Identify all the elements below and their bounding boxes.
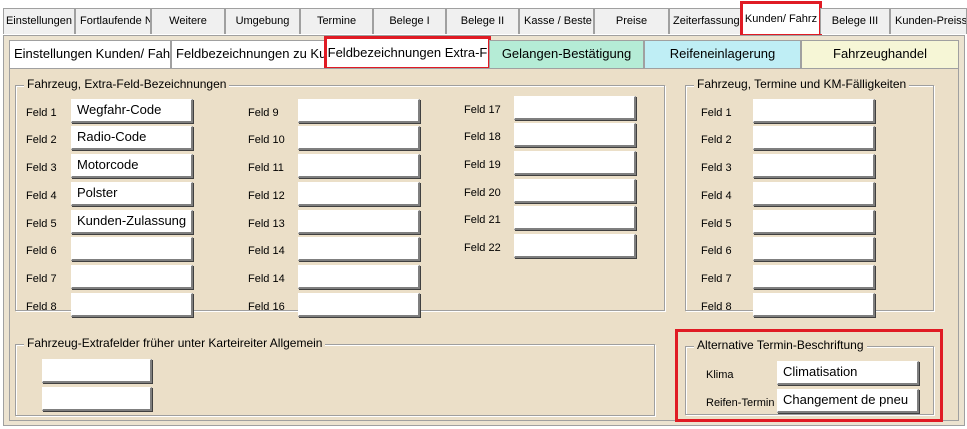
tab-einstellungen[interactable]: Einstellungen <box>3 8 75 34</box>
extra-field-21-input[interactable] <box>514 206 636 230</box>
extra-field-10-input[interactable] <box>298 126 420 150</box>
tab-fortlaufende-nummern[interactable]: Fortlaufende N <box>75 8 151 34</box>
termine-km-legend: Fahrzeug, Termine und KM-Fälligkeiten <box>694 77 910 91</box>
extra-field-20-input[interactable] <box>514 179 636 203</box>
field-label: Feld 7 <box>26 273 57 285</box>
tab-belege-2[interactable]: Belege II <box>446 8 519 34</box>
top-tab-bar: Einstellungen Fortlaufende N Weitere Umg… <box>0 0 967 37</box>
field-label: Feld 11 <box>248 162 284 174</box>
field-label: Feld 6 <box>701 245 732 257</box>
tab-belege-1[interactable]: Belege I <box>373 8 446 34</box>
extra-field-5-input[interactable]: Kunden-Zulassung <box>71 210 193 234</box>
field-label: Feld 16 <box>248 301 285 313</box>
tab-preise[interactable]: Preise <box>594 8 669 34</box>
reifen-termin-label: Reifen-Termin <box>706 397 775 409</box>
termin-field-6-input[interactable] <box>753 237 875 261</box>
frueher-field-2-input[interactable] <box>42 387 152 411</box>
frueher-legend: Fahrzeug-Extrafelder früher unter Kartei… <box>24 336 326 350</box>
tab-zeiterfassung[interactable]: Zeiterfassung <box>669 8 742 34</box>
field-label: Feld 17 <box>464 104 501 116</box>
extra-field-13-input[interactable] <box>298 210 420 234</box>
tab-panel: Einstellungen Kunden/ Fahr Feldbezeichnu… <box>3 35 965 426</box>
subtab-einstellungen-kunden-fahrzeuge[interactable]: Einstellungen Kunden/ Fahr <box>9 40 171 68</box>
field-label: Feld 5 <box>701 218 732 230</box>
tab-content: Fahrzeug, Extra-Feld-Bezeichnungen Feld … <box>9 68 959 422</box>
subtab-feldbezeichnungen-kunden[interactable]: Feldbezeichnungen zu Kund <box>171 40 326 68</box>
extra-fields-group: Fahrzeug, Extra-Feld-Bezeichnungen Feld … <box>15 77 665 317</box>
field-label: Feld 22 <box>464 242 501 254</box>
reifen-termin-input[interactable]: Changement de pneu <box>777 389 919 413</box>
extra-field-19-input[interactable] <box>514 151 636 175</box>
extra-field-6-input[interactable] <box>71 237 193 261</box>
klima-input[interactable]: Climatisation <box>777 361 919 385</box>
subtab-gelangen-bestaetigung[interactable]: Gelangen-Bestätigung <box>489 40 644 68</box>
field-label: Feld 14 <box>248 273 285 285</box>
termin-field-5-input[interactable] <box>753 210 875 234</box>
field-label: Feld 7 <box>701 273 732 285</box>
frueher-field-1-input[interactable] <box>42 359 152 383</box>
field-label: Feld 14 <box>248 245 285 257</box>
termin-field-1-input[interactable] <box>753 99 875 123</box>
field-label: Feld 3 <box>701 162 732 174</box>
extra-field-3-input[interactable]: Motorcode <box>71 154 193 178</box>
extra-field-18-input[interactable] <box>514 123 636 147</box>
field-label: Feld 18 <box>464 131 501 143</box>
extra-field-1-input[interactable]: Wegfahr-Code <box>71 99 193 123</box>
field-label: Feld 20 <box>464 187 501 199</box>
extra-field-8-input[interactable] <box>71 293 193 317</box>
tab-kunden-fahrzeuge[interactable]: Kunden/ Fahrz <box>740 1 822 37</box>
tab-belege-3[interactable]: Belege III <box>820 8 890 34</box>
field-label: Feld 1 <box>701 107 732 119</box>
field-label: Feld 19 <box>464 159 501 171</box>
extra-field-17-input[interactable] <box>514 96 636 120</box>
tab-termine[interactable]: Termine <box>300 8 373 34</box>
extra-field-7-input[interactable] <box>71 265 193 289</box>
field-label: Feld 13 <box>248 218 285 230</box>
extra-field-16-input[interactable] <box>298 293 420 317</box>
extra-field-11-input[interactable] <box>298 154 420 178</box>
termin-field-4-input[interactable] <box>753 182 875 206</box>
termin-field-2-input[interactable] <box>753 126 875 150</box>
field-label: Feld 10 <box>248 134 285 146</box>
field-label: Feld 9 <box>248 107 279 119</box>
klima-label: Klima <box>706 369 734 381</box>
alt-termin-legend: Alternative Termin-Beschriftung <box>694 338 867 352</box>
termin-field-7-input[interactable] <box>753 265 875 289</box>
extra-field-12-input[interactable] <box>298 182 420 206</box>
extra-field-2-input[interactable]: Radio-Code <box>71 126 193 150</box>
field-label: Feld 8 <box>26 301 57 313</box>
termin-field-3-input[interactable] <box>753 154 875 178</box>
tab-kasse-bestellung[interactable]: Kasse / Beste <box>519 8 594 34</box>
field-label: Feld 3 <box>26 162 57 174</box>
tab-weitere[interactable]: Weitere <box>151 8 225 34</box>
extra-field-15-input[interactable] <box>298 265 420 289</box>
extra-field-4-input[interactable]: Polster <box>71 182 193 206</box>
extra-fields-legend: Fahrzeug, Extra-Feld-Bezeichnungen <box>24 77 230 91</box>
subtab-fahrzeughandel[interactable]: Fahrzeughandel <box>801 40 959 68</box>
field-label: Feld 8 <box>701 301 732 313</box>
extra-field-9-input[interactable] <box>298 99 420 123</box>
termine-km-group: Fahrzeug, Termine und KM-Fälligkeiten Fe… <box>685 77 934 317</box>
tab-kunden-preisstufen[interactable]: Kunden-Preisst <box>890 8 967 34</box>
field-label: Feld 1 <box>26 107 57 119</box>
field-label: Feld 5 <box>26 218 57 230</box>
field-label: Feld 21 <box>464 214 501 226</box>
field-label: Feld 4 <box>701 190 732 202</box>
tab-umgebung[interactable]: Umgebung <box>225 8 300 34</box>
field-label: Feld 2 <box>701 134 732 146</box>
field-label: Feld 12 <box>248 190 285 202</box>
field-label: Feld 6 <box>26 245 57 257</box>
frueher-group: Fahrzeug-Extrafelder früher unter Kartei… <box>15 336 655 416</box>
alt-termin-group: Alternative Termin-Beschriftung Klima Cl… <box>685 338 934 415</box>
termin-field-8-input[interactable] <box>753 293 875 317</box>
extra-field-14-input[interactable] <box>298 237 420 261</box>
subtab-reifeneinlagerung[interactable]: Reifeneinlagerung <box>644 40 801 68</box>
extra-field-22-input[interactable] <box>514 234 636 258</box>
field-label: Feld 2 <box>26 134 57 146</box>
field-label: Feld 4 <box>26 190 57 202</box>
subtab-feldbezeichnungen-extra-felder[interactable]: Feldbezeichnungen Extra-F <box>324 36 491 70</box>
